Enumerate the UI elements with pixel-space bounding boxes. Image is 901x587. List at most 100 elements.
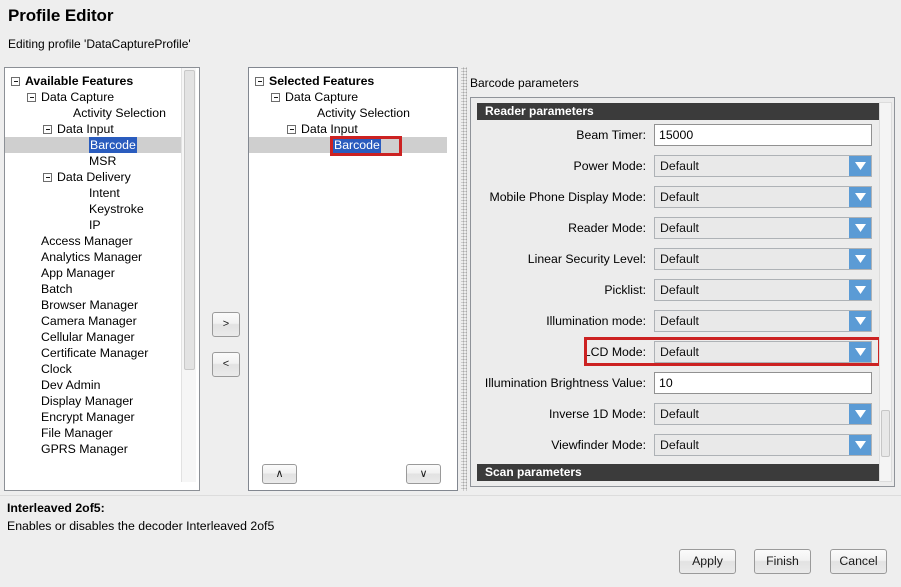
tree-item-batch[interactable]: Batch [5, 281, 181, 297]
chevron-down-icon[interactable] [849, 186, 871, 207]
field-label: Linear Security Level: [527, 251, 646, 266]
picklist-dropdown[interactable]: Default [654, 278, 872, 301]
tree-item-ip[interactable]: IP [5, 217, 181, 233]
field-label: Mobile Phone Display Mode: [489, 189, 646, 204]
tree-item-dev-admin[interactable]: Dev Admin [5, 377, 181, 393]
tree-item-clock[interactable]: Clock [5, 361, 181, 377]
page-title: Profile Editor [8, 6, 114, 25]
tree-item-barcode[interactable]: Barcode [5, 137, 181, 153]
field-label: Inverse 1D Mode: [548, 406, 646, 421]
section-header-reader-parameters: Reader parameters [477, 103, 881, 120]
tree-item-label: Data Delivery [57, 170, 131, 184]
remove-feature-button[interactable]: < [212, 352, 240, 377]
parameters-area: Barcode parameters Reader parameters Beam… [467, 67, 901, 491]
tree-item-selected-features[interactable]: Selected Features [249, 73, 447, 89]
tree-item-data-input[interactable]: Data Input [249, 121, 447, 137]
editing-profile-subtitle: Editing profile 'DataCaptureProfile' [8, 37, 191, 51]
collapse-icon[interactable] [43, 172, 52, 182]
tree-item-display-manager[interactable]: Display Manager [5, 393, 181, 409]
tree-item-camera-manager[interactable]: Camera Manager [5, 313, 181, 329]
chevron-down-icon[interactable] [849, 248, 871, 269]
collapse-icon[interactable] [27, 92, 36, 102]
tree-item-gprs-manager[interactable]: GPRS Manager [5, 441, 181, 457]
tree-item-analytics-manager[interactable]: Analytics Manager [5, 249, 181, 265]
tree-item-encrypt-manager[interactable]: Encrypt Manager [5, 409, 181, 425]
move-up-button[interactable]: ∧ [262, 464, 297, 484]
tree-item-label: Barcode [333, 137, 381, 153]
tree-item-data-delivery[interactable]: Data Delivery [5, 169, 181, 185]
status-title: Interleaved 2of5: [7, 501, 105, 515]
tree-item-browser-manager[interactable]: Browser Manager [5, 297, 181, 313]
reader-mode-dropdown[interactable]: Default [654, 216, 872, 239]
chevron-down-icon[interactable] [849, 217, 871, 238]
selected-features-scroll-viewport: Selected Features Data Capture Activity Se… [249, 68, 447, 454]
finish-button[interactable]: Finish [754, 549, 811, 574]
tree-item-data-capture[interactable]: Data Capture [249, 89, 447, 105]
dropdown-value: Default [660, 189, 699, 204]
tree-item-label: Analytics Manager [41, 250, 143, 264]
tree-item-file-manager[interactable]: File Manager [5, 425, 181, 441]
tree-item-data-capture[interactable]: Data Capture [5, 89, 181, 105]
tree-item-app-manager[interactable]: App Manager [5, 265, 181, 281]
tree-item-label: Browser Manager [41, 298, 139, 312]
mobile-phone-display-mode-dropdown[interactable]: Default [654, 185, 872, 208]
field-label: Reader Mode: [568, 220, 646, 235]
tree-item-available-features[interactable]: Available Features [5, 73, 181, 89]
tree-item-msr[interactable]: MSR [5, 153, 181, 169]
linear-security-level-dropdown[interactable]: Default [654, 247, 872, 270]
cancel-button[interactable]: Cancel [830, 549, 887, 574]
viewfinder-mode-dropdown[interactable]: Default [654, 433, 872, 456]
tree-item-barcode[interactable]: Barcode [249, 137, 447, 153]
tree-item-access-manager[interactable]: Access Manager [5, 233, 181, 249]
tree-item-intent[interactable]: Intent [5, 185, 181, 201]
field-control: Default [654, 278, 872, 301]
field-row-linear-security-level: Linear Security Level: Default [477, 247, 881, 270]
illumination-brightness-value-input[interactable]: 10 [654, 371, 872, 394]
beam-timer-input[interactable]: 15000 [654, 123, 872, 146]
collapse-icon[interactable] [271, 92, 280, 102]
tree-item-data-input[interactable]: Data Input [5, 121, 181, 137]
move-down-button[interactable]: ∨ [406, 464, 441, 484]
illumination-mode-dropdown[interactable]: Default [654, 309, 872, 332]
parameters-scrollbar[interactable] [879, 102, 892, 482]
power-mode-dropdown[interactable]: Default [654, 154, 872, 177]
inverse-1d-mode-dropdown[interactable]: Default [654, 402, 872, 425]
tree-item-cellular-manager[interactable]: Cellular Manager [5, 329, 181, 345]
collapse-icon[interactable] [11, 76, 20, 86]
chevron-down-icon[interactable] [849, 310, 871, 331]
field-row-picklist: Picklist: Default [477, 278, 881, 301]
tree-item-keystroke[interactable]: Keystroke [5, 201, 181, 217]
add-feature-button[interactable]: > [212, 312, 240, 337]
tree-item-label: Encrypt Manager [41, 410, 135, 424]
field-control: Default [654, 154, 872, 177]
collapse-icon[interactable] [43, 124, 52, 134]
lcd-mode-dropdown[interactable]: Default [654, 340, 872, 363]
tree-item-label: App Manager [41, 266, 115, 280]
field-row-lcd-mode: LCD Mode: Default [477, 337, 881, 366]
available-features-scrollbar[interactable] [181, 68, 196, 482]
tree-item-certificate-manager[interactable]: Certificate Manager [5, 345, 181, 361]
tree-item-label: File Manager [41, 426, 113, 440]
collapse-icon[interactable] [287, 124, 296, 134]
field-label: Picklist: [604, 282, 646, 297]
tree-item-label: Selected Features [269, 74, 375, 88]
field-label: Illumination mode: [546, 313, 646, 328]
selected-features-tree[interactable]: Selected Features Data Capture Activity Se… [249, 68, 447, 153]
tree-item-activity-selection[interactable]: Activity Selection [5, 105, 181, 121]
tree-item-label: IP [89, 218, 101, 232]
chevron-down-icon[interactable] [849, 403, 871, 424]
scrollbar-thumb[interactable] [184, 70, 195, 370]
collapse-icon[interactable] [255, 76, 264, 86]
tree-item-activity-selection[interactable]: Activity Selection [249, 105, 447, 121]
field-control: Default [654, 247, 872, 270]
chevron-down-icon[interactable] [849, 434, 871, 455]
chevron-down-icon[interactable] [849, 155, 871, 176]
available-features-panel[interactable]: Available Features Data Capture Activity S… [4, 67, 200, 491]
tree-item-label: Data Capture [41, 90, 115, 104]
chevron-down-icon[interactable] [849, 341, 871, 362]
chevron-down-icon[interactable] [849, 279, 871, 300]
available-features-tree[interactable]: Available Features Data Capture Activity S… [5, 68, 181, 457]
apply-button[interactable]: Apply [679, 549, 736, 574]
selected-features-panel[interactable]: Selected Features Data Capture Activity Se… [248, 67, 458, 491]
scrollbar-thumb[interactable] [881, 410, 890, 457]
